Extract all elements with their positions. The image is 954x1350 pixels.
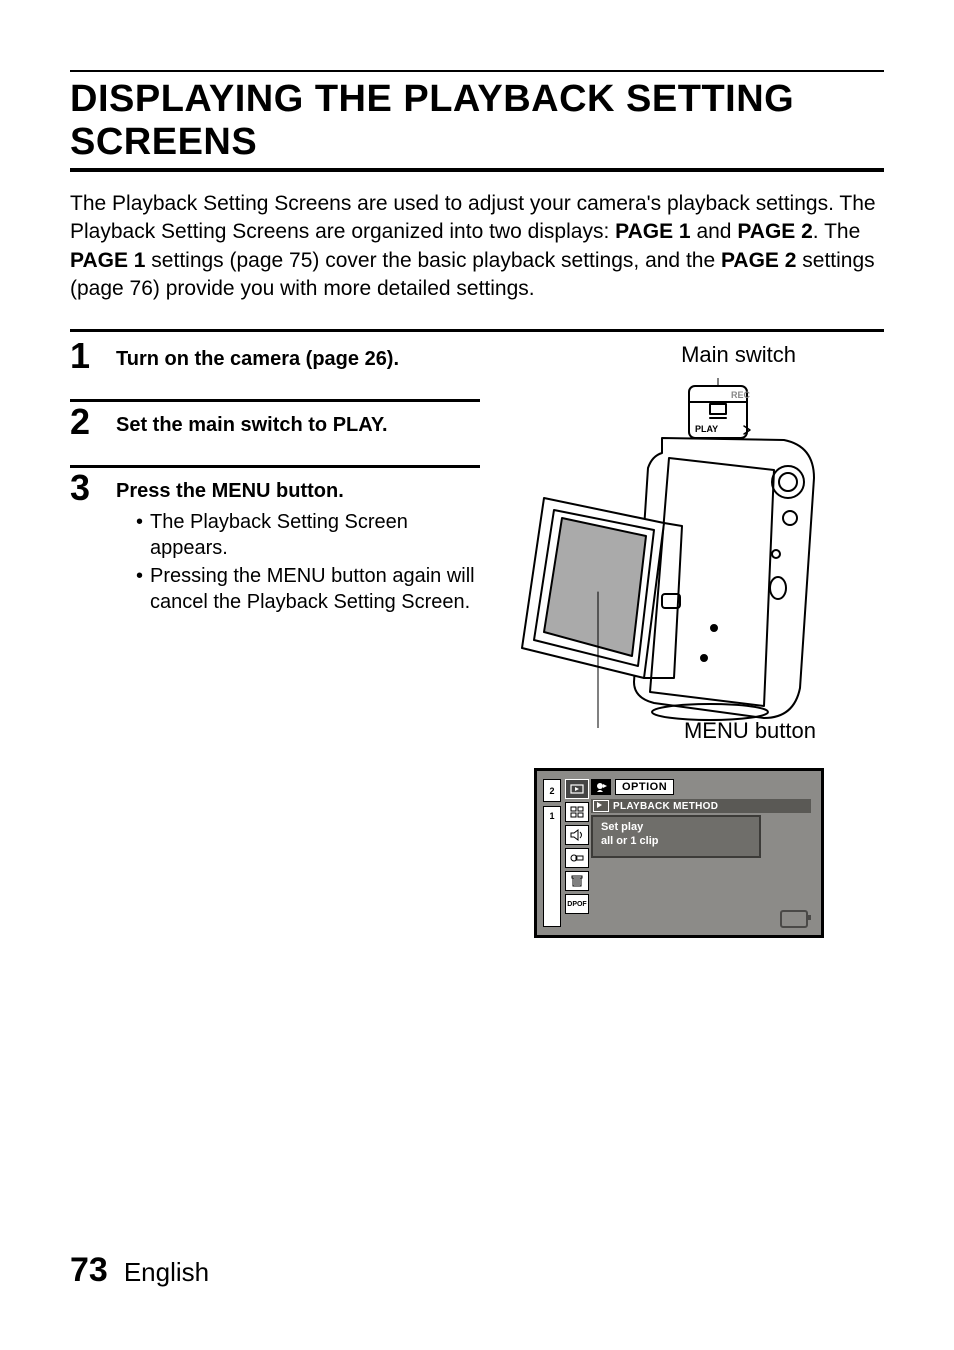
steps-column: 1 Turn on the camera (page 26). 2 Set th… <box>70 338 480 639</box>
intro-bold-page2: PAGE 2 <box>737 220 812 243</box>
step-number: 2 <box>70 404 100 440</box>
page-footer: 73 English <box>70 1251 209 1290</box>
intro-text: . The <box>813 220 860 243</box>
step-bullets: The Playback Setting Screen appears. Pre… <box>116 509 480 615</box>
illustration-column: Main switch REC PLAY <box>504 338 884 639</box>
delete-icon <box>565 871 589 891</box>
option-label: OPTION <box>615 779 674 795</box>
page-title: DISPLAYING THE PLAYBACK SETTING SCREENS <box>70 78 884 164</box>
lcd-page-tabs: 2 1 <box>543 779 561 927</box>
intro-text: settings (page 75) cover the basic playb… <box>145 249 721 272</box>
lcd-screen: 2 1 <box>534 768 824 938</box>
slideshow-icon <box>565 802 589 822</box>
playback-method-desc: Set play all or 1 clip <box>591 815 761 857</box>
dpof-icon: DPOF <box>565 894 589 914</box>
step-title: Turn on the camera (page 26). <box>116 348 399 371</box>
desc-line-1: Set play <box>601 821 751 834</box>
page-language: English <box>124 1257 209 1287</box>
tab-1: 1 <box>543 806 561 927</box>
intro-paragraph: The Playback Setting Screens are used to… <box>70 190 884 303</box>
top-rule <box>70 70 884 72</box>
play-icon <box>593 800 609 812</box>
lcd-main-area: OPTION PLAYBACK METHOD Set play all or 1… <box>591 779 811 927</box>
main-switch-label: Main switch <box>681 342 796 368</box>
step-title: Set the main switch to PLAY. <box>116 414 388 437</box>
desc-line-2: all or 1 clip <box>601 835 751 848</box>
menu-button-label: MENU button <box>684 718 816 744</box>
playback-icon <box>565 779 589 799</box>
step-divider <box>70 399 480 402</box>
playback-method-label: PLAYBACK METHOD <box>613 801 718 812</box>
step-1: 1 Turn on the camera (page 26). <box>70 338 480 377</box>
intro-bold-page1b: PAGE 1 <box>70 249 145 272</box>
protect-icon <box>565 848 589 868</box>
step-3: 3 Press the MENU button. The Playback Se… <box>70 470 480 617</box>
lcd-icon-column: DPOF <box>565 779 587 927</box>
camera-diagram: REC PLAY <box>514 378 844 728</box>
step-number: 3 <box>70 470 100 506</box>
bullet-item: The Playback Setting Screen appears. <box>136 509 480 561</box>
page-number: 73 <box>70 1251 108 1289</box>
battery-icon <box>780 910 808 928</box>
playback-method-row: PLAYBACK METHOD <box>591 799 811 813</box>
volume-icon <box>565 825 589 845</box>
svg-text:PLAY: PLAY <box>695 424 718 434</box>
step-divider <box>70 465 480 468</box>
steps-top-rule <box>70 329 884 332</box>
intro-bold-page2b: PAGE 2 <box>721 249 796 272</box>
svg-text:REC: REC <box>731 390 751 400</box>
step-title: Press the MENU button. <box>116 480 480 503</box>
tab-2: 2 <box>543 779 561 802</box>
step-number: 1 <box>70 338 100 374</box>
step-2: 2 Set the main switch to PLAY. <box>70 404 480 443</box>
bullet-item: Pressing the MENU button again will canc… <box>136 563 480 615</box>
intro-bold-page1: PAGE 1 <box>615 220 690 243</box>
intro-text: and <box>691 220 738 243</box>
title-underline <box>70 168 884 172</box>
option-head-icon <box>591 779 611 795</box>
